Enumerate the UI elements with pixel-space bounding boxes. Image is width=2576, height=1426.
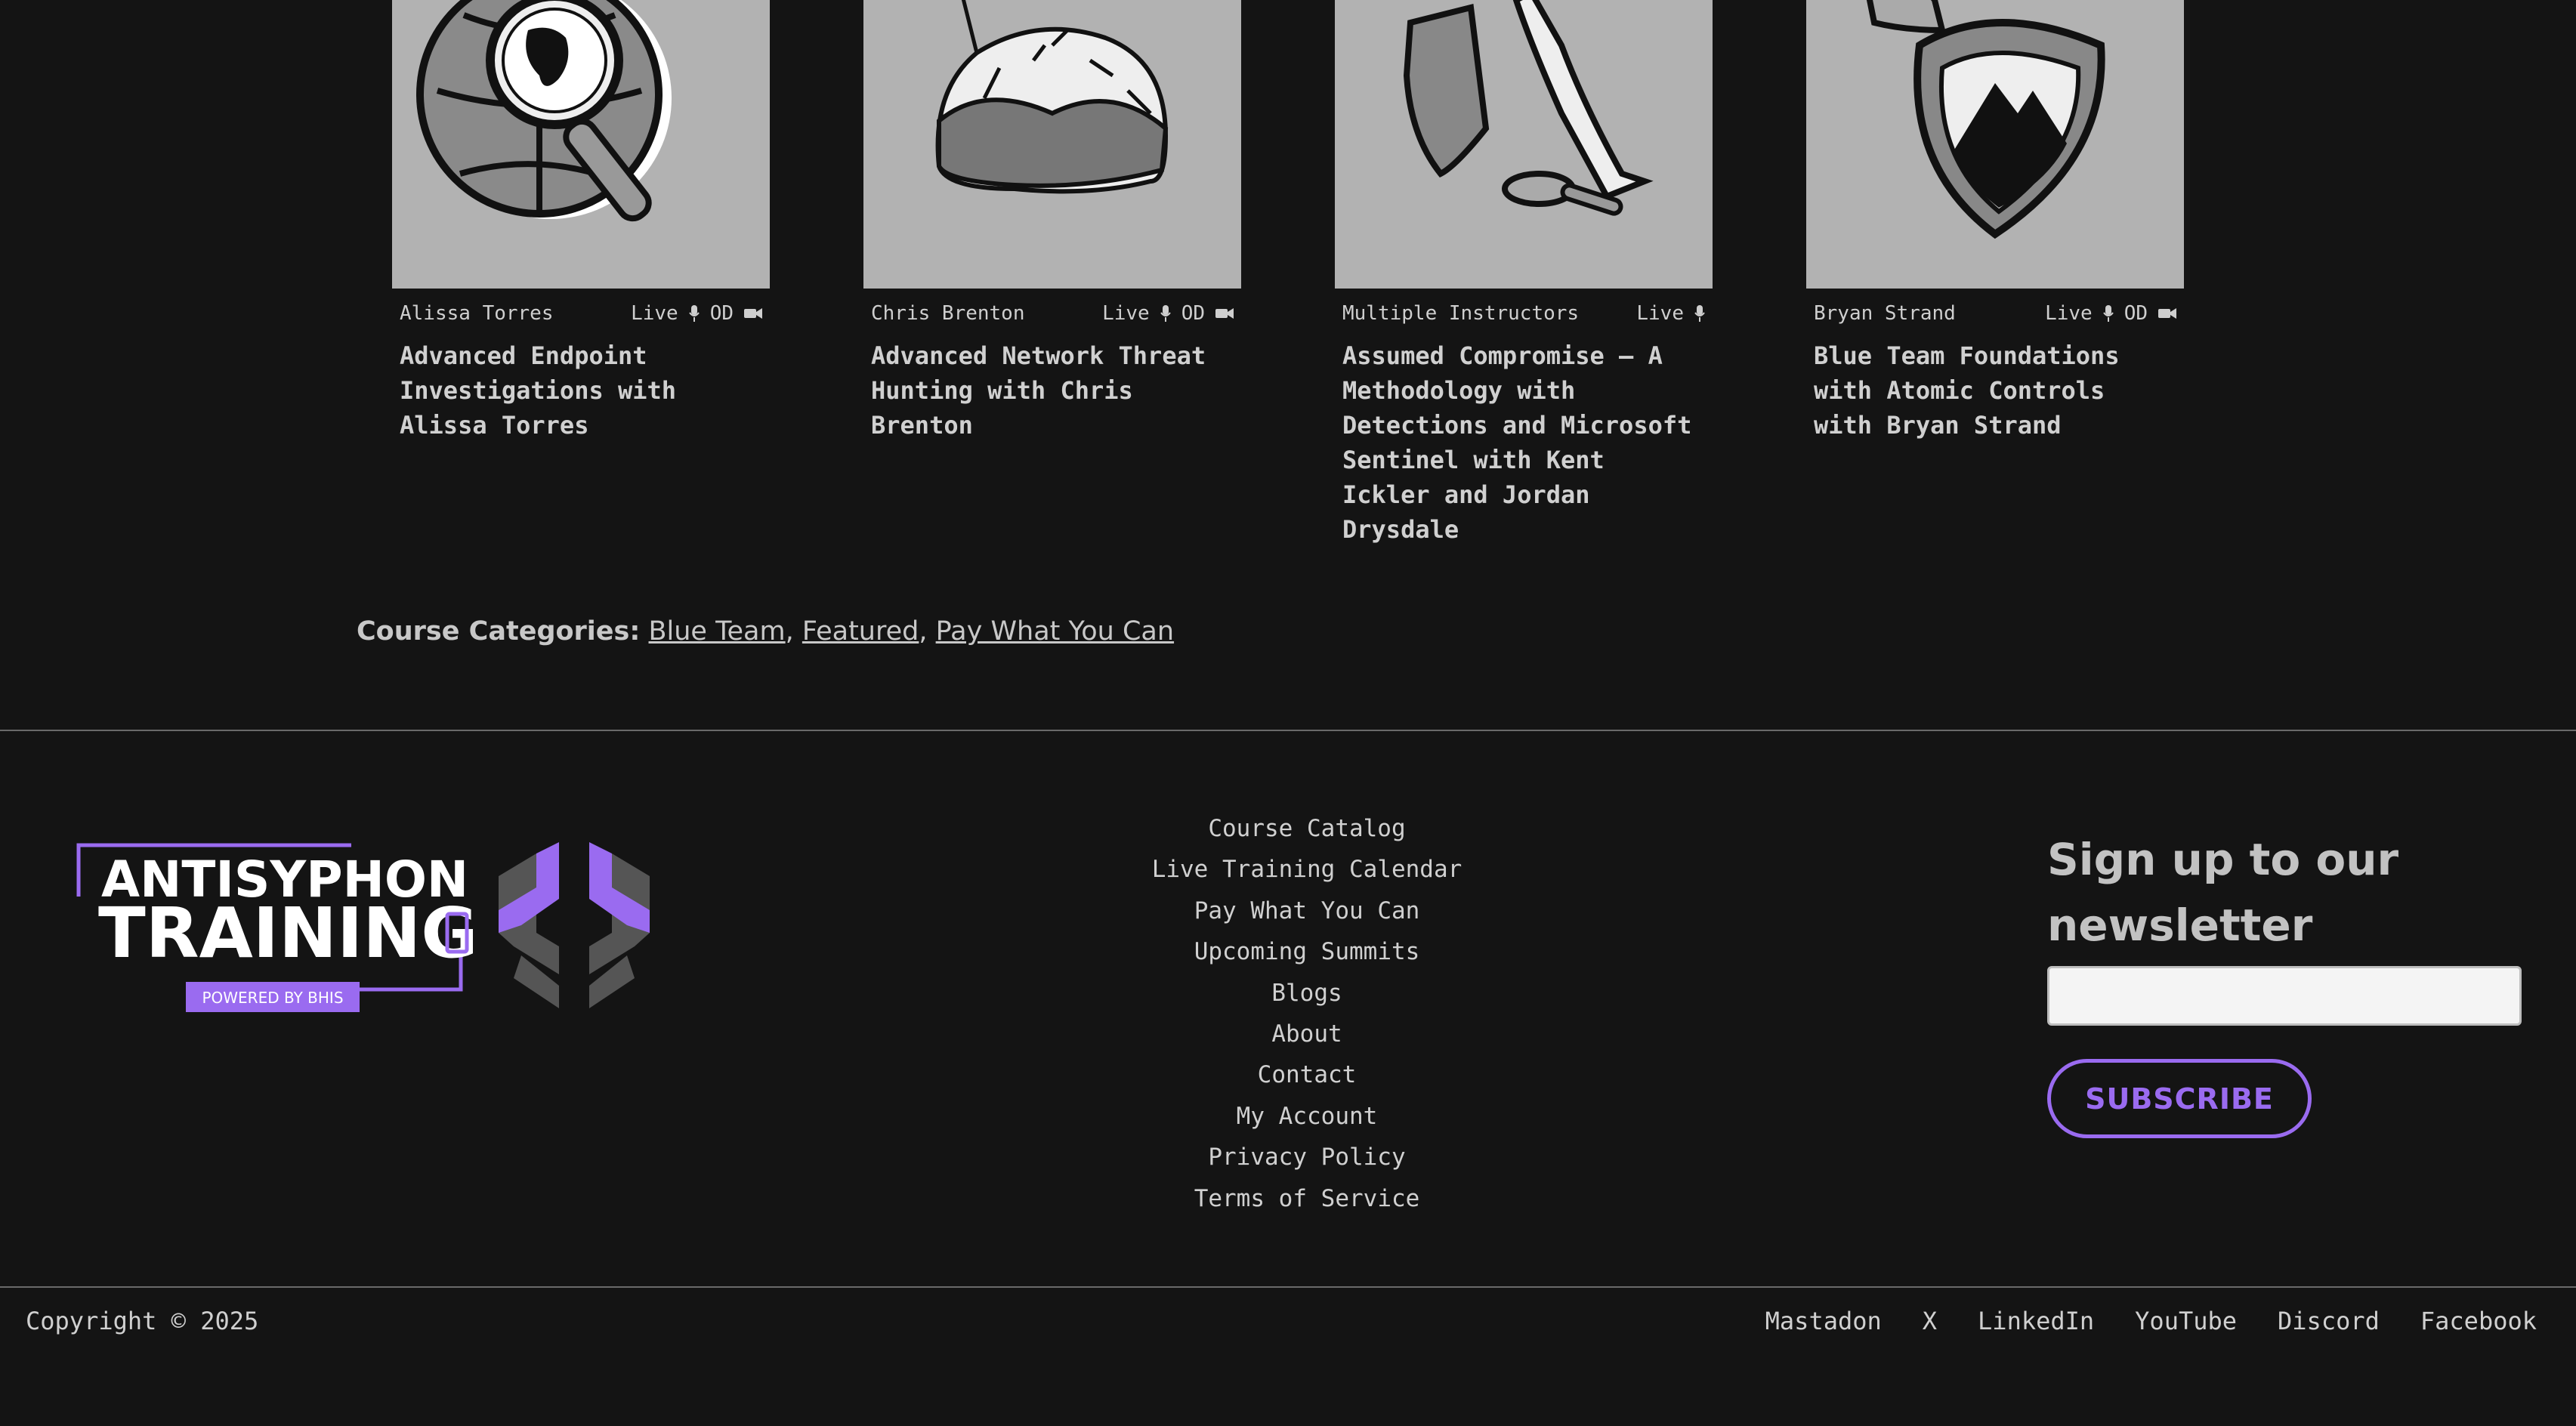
course-card[interactable]: Bryan Strand Live OD Blue Team Foundatio… [1806, 0, 2184, 443]
footer-link-contact[interactable]: Contact [967, 1054, 1647, 1095]
course-image[interactable] [392, 0, 770, 289]
course-image[interactable] [1335, 0, 1713, 289]
footer-nav: Course Catalog Live Training Calendar Pa… [967, 808, 1647, 1219]
social-link-x[interactable]: X [1923, 1307, 1937, 1335]
course-instructor: Multiple Instructors [1342, 302, 1580, 325]
category-link-pay-what-you-can[interactable]: Pay What You Can [936, 616, 1174, 647]
on-demand-badge: OD [709, 302, 734, 325]
footer-link-blogs[interactable]: Blogs [967, 973, 1647, 1014]
social-link-mastadon[interactable]: Mastadon [1765, 1307, 1882, 1335]
course-categories: Course Categories: Blue Team, Featured, … [357, 616, 1175, 647]
course-instructor: Bryan Strand [1814, 302, 1956, 325]
divider [0, 730, 2576, 731]
live-badge: Live [631, 302, 678, 325]
social-links: Mastadon X LinkedIn YouTube Discord Face… [1765, 1307, 2537, 1335]
social-link-youtube[interactable]: YouTube [2135, 1307, 2237, 1335]
live-badge: Live [1102, 302, 1150, 325]
footer-link-course-catalog[interactable]: Course Catalog [967, 808, 1647, 849]
course-title[interactable]: Advanced Endpoint Investigations with Al… [392, 325, 770, 443]
newsletter-signup: Sign up to our newsletter SUBSCRIBE [2047, 827, 2523, 1138]
course-instructor: Chris Brenton [871, 302, 1025, 325]
social-link-discord[interactable]: Discord [2278, 1307, 2380, 1335]
globe-magnifier-icon [416, 0, 672, 222]
footer-link-terms-of-service[interactable]: Terms of Service [967, 1178, 1647, 1219]
on-demand-badge: OD [1181, 302, 1205, 325]
haystack-icon [935, 0, 1169, 194]
knight-shield-icon [1866, 0, 2105, 239]
footer-link-upcoming-summits[interactable]: Upcoming Summits [967, 931, 1647, 972]
on-demand-badge: OD [2124, 302, 2148, 325]
categories-label: Course Categories: [357, 616, 641, 647]
logo-tagline: POWERED BY BHIS [202, 989, 343, 1007]
footer-link-pay-what-you-can[interactable]: Pay What You Can [967, 890, 1647, 931]
microphone-icon [688, 305, 700, 322]
newsletter-email-input[interactable] [2047, 966, 2522, 1026]
antisyphon-mark-icon [499, 842, 650, 1008]
course-image[interactable] [1806, 0, 2184, 289]
video-camera-icon [2158, 308, 2176, 319]
live-badge: Live [2045, 302, 2093, 325]
course-instructor: Alissa Torres [400, 302, 554, 325]
course-title[interactable]: Advanced Network Threat Hunting with Chr… [863, 325, 1241, 443]
footer-link-my-account[interactable]: My Account [967, 1096, 1647, 1137]
social-link-facebook[interactable]: Facebook [2420, 1307, 2537, 1335]
category-link-featured[interactable]: Featured [802, 616, 919, 647]
footer-link-privacy-policy[interactable]: Privacy Policy [967, 1137, 1647, 1178]
logo-line2: TRAINING [98, 893, 478, 974]
category-link-blue-team[interactable]: Blue Team [649, 616, 786, 647]
shield-sword-icon [1403, 0, 1654, 216]
video-camera-icon [1215, 308, 1234, 319]
antisyphon-logo[interactable]: ANTISYPHON TRAINING POWERED BY BHIS [76, 842, 665, 1016]
course-title[interactable]: Assumed Compromise – A Methodology with … [1335, 325, 1713, 547]
social-link-linkedin[interactable]: LinkedIn [1978, 1307, 2094, 1335]
course-image[interactable] [863, 0, 1241, 289]
subscribe-button[interactable]: SUBSCRIBE [2047, 1059, 2312, 1138]
course-title[interactable]: Blue Team Foundations with Atomic Contro… [1806, 325, 2184, 443]
newsletter-heading: Sign up to our newsletter [2047, 834, 2399, 951]
course-card[interactable]: Chris Brenton Live OD Advanced Network T… [863, 0, 1241, 443]
course-card[interactable]: Multiple Instructors Live Assumed Compro… [1335, 0, 1713, 547]
live-badge: Live [1636, 302, 1684, 325]
microphone-icon [1160, 305, 1171, 322]
microphone-icon [2102, 305, 2114, 322]
course-card[interactable]: Alissa Torres Live OD Advanced Endpoint … [392, 0, 770, 443]
video-camera-icon [744, 308, 762, 319]
footer-link-live-training-calendar[interactable]: Live Training Calendar [967, 849, 1647, 890]
footer-link-about[interactable]: About [967, 1014, 1647, 1054]
microphone-icon [1694, 305, 1705, 322]
copyright-text: Copyright © 2025 [26, 1307, 259, 1335]
divider [0, 1286, 2576, 1288]
